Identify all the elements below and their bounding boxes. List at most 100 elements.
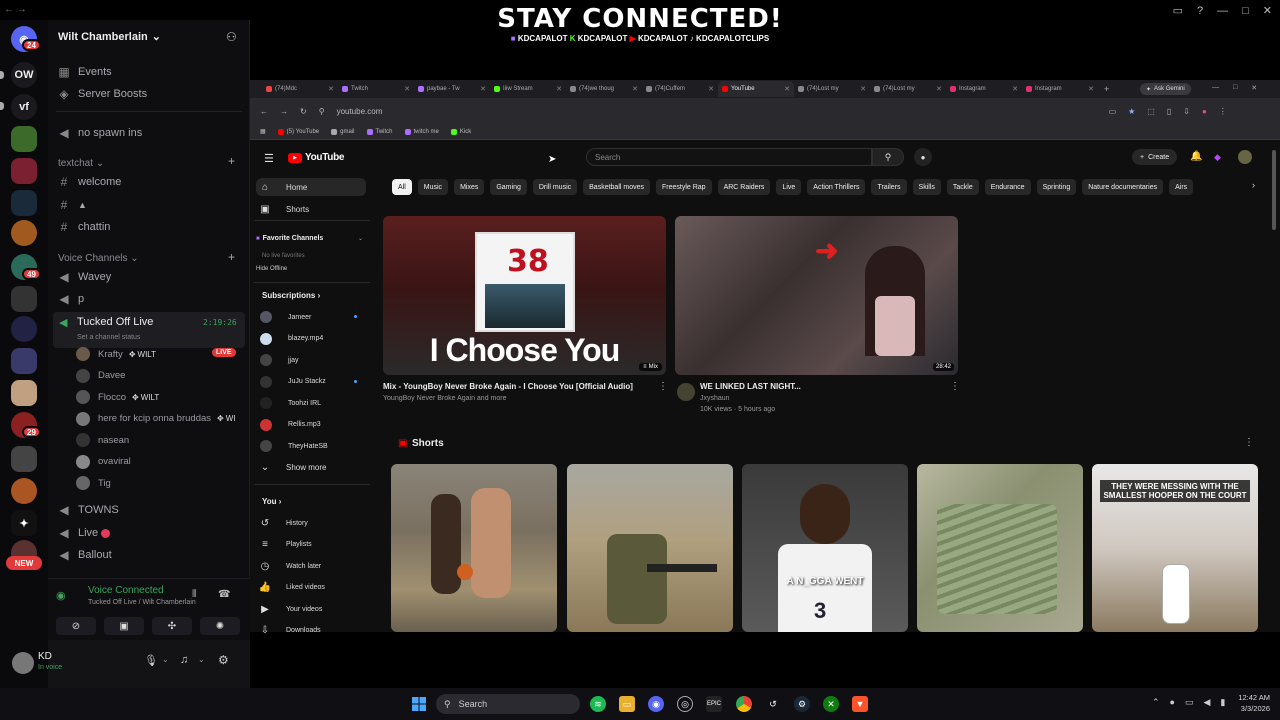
channel-status[interactable]: Set a channel status <box>77 334 140 341</box>
you-item[interactable]: ⇩ Downloads <box>258 622 321 640</box>
filter-chip[interactable]: Airs <box>1169 179 1194 195</box>
voice-member[interactable]: here for kcip onna bruddas ✥ WI <box>76 409 236 429</box>
close-tab-icon[interactable]: ✕ <box>1012 85 1018 93</box>
server-vf[interactable]: vf <box>11 94 37 120</box>
you-item[interactable]: 👍 Liked videos <box>258 579 325 597</box>
nav-shorts[interactable]: ▣ Shorts <box>258 200 309 218</box>
filter-chip[interactable]: ARC Raiders <box>717 179 771 195</box>
maximize-icon[interactable]: □ <box>1233 84 1237 92</box>
video-title[interactable]: Mix - YoungBoy Never Broke Again - I Cho… <box>383 382 643 391</box>
video-channel[interactable]: Jxyshaun <box>700 395 940 402</box>
voice-member[interactable]: ovaviral <box>76 452 131 472</box>
close-tab-icon[interactable]: ✕ <box>328 85 334 93</box>
steam-icon[interactable]: ⚙ <box>794 696 810 712</box>
server-header[interactable]: Wilt Chamberlain ⌄ <box>58 30 161 44</box>
filter-chip[interactable]: Action Thrillers <box>807 179 866 195</box>
close-tab-icon[interactable]: ✕ <box>1088 85 1094 93</box>
server-ow[interactable]: OW <box>11 62 37 88</box>
profile-icon[interactable]: ● <box>1202 107 1207 116</box>
subscription-item[interactable]: blazey.mp4 <box>258 330 323 348</box>
short-thumbnail[interactable] <box>917 464 1083 632</box>
short-thumbnail[interactable] <box>391 464 557 632</box>
help-icon[interactable]: ? <box>1197 5 1203 17</box>
more-options-icon[interactable]: ⋮ <box>658 381 668 392</box>
filter-chip[interactable]: Gaming <box>490 179 527 195</box>
short-thumbnail[interactable] <box>567 464 733 632</box>
back-icon[interactable]: ← → <box>4 4 27 15</box>
filter-chip[interactable]: Freestyle Rap <box>656 179 712 195</box>
waveform-icon[interactable]: ⦀ <box>192 589 196 600</box>
browser-tab[interactable]: (74)we thoug ✕ <box>566 81 642 97</box>
forward-icon[interactable]: → <box>280 107 288 116</box>
subscription-item[interactable]: TheyHateSB <box>258 437 328 455</box>
minimize-icon[interactable]: — <box>1217 5 1228 17</box>
browser-tab[interactable]: (74)Cuffem ✕ <box>642 81 718 97</box>
close-tab-icon[interactable]: ✕ <box>480 85 486 93</box>
browser-tab[interactable]: Instagram ✕ <box>946 81 1022 97</box>
epic-games-icon[interactable]: EPIC <box>706 696 722 712</box>
server-icon[interactable] <box>11 158 37 184</box>
browser-tab[interactable]: YouTube ✕ <box>718 81 794 97</box>
menu-icon[interactable]: ⋮ <box>1219 107 1227 116</box>
bookmark[interactable]: twitch me <box>404 128 439 135</box>
extension-icon[interactable]: ⬚ <box>1147 107 1155 116</box>
video-meta[interactable]: YoungBoy Never Broke Again and more <box>383 395 643 402</box>
filter-chip[interactable]: Tackle <box>946 179 979 195</box>
disconnect-icon[interactable]: ☎ <box>218 589 230 600</box>
sparkle-icon[interactable]: ✦ <box>11 510 37 536</box>
more-options-icon[interactable]: ⋮ <box>1244 437 1254 448</box>
you-item[interactable]: ≡ Playlists <box>258 536 312 554</box>
channel-live[interactable]: ◀ Live <box>56 522 246 544</box>
avatar[interactable] <box>1238 150 1252 164</box>
favorite-channels-header[interactable]: ■ Favorite Channels <box>256 235 323 242</box>
add-channel-icon[interactable]: + <box>228 154 235 168</box>
nav-home[interactable]: ⌂ Home <box>258 178 307 196</box>
close-tab-icon[interactable]: ✕ <box>708 85 714 93</box>
chevron-up-icon[interactable]: ⌃ <box>1152 697 1160 708</box>
chevron-down-icon[interactable]: ⌄ <box>198 655 205 664</box>
events-item[interactable]: ▦ Events <box>56 61 246 83</box>
scrollbar[interactable] <box>1272 150 1276 230</box>
server-icon[interactable] <box>11 446 37 472</box>
voice-location[interactable]: Tucked Off Live / Wilt Chamberlain <box>40 599 242 606</box>
you-header[interactable]: You › <box>262 497 281 506</box>
voice-member[interactable]: Davee <box>76 366 125 386</box>
subscription-item[interactable]: JuJu Stackz <box>258 373 326 391</box>
active-voice-channel[interactable]: ◀ Tucked Off Live 2:19:26 Set a channel … <box>53 312 245 348</box>
headphones-icon[interactable]: ♫ <box>180 654 188 666</box>
you-item[interactable]: ↺ History <box>258 514 308 532</box>
github-icon[interactable]: ◎ <box>677 696 693 712</box>
bookmark[interactable]: Twitch <box>366 128 393 135</box>
minimize-icon[interactable]: — <box>1212 84 1219 92</box>
filter-chip[interactable]: Nature documentaries <box>1082 179 1164 195</box>
filter-chip[interactable]: Drill music <box>532 179 578 195</box>
close-icon[interactable]: ✕ <box>1251 84 1257 92</box>
new-tab-icon[interactable]: + <box>1104 84 1109 94</box>
avatar[interactable] <box>12 652 34 674</box>
server-icon[interactable] <box>11 126 37 152</box>
bookmark[interactable]: gmail <box>331 128 355 135</box>
chevron-down-icon[interactable]: ⌄ <box>162 655 169 664</box>
file-explorer-icon[interactable]: ▭ <box>619 696 635 712</box>
reload-icon[interactable]: ↻ <box>300 107 307 116</box>
spotify-icon[interactable]: ≋ <box>590 696 606 712</box>
downloads-icon[interactable]: ⇩ <box>1183 107 1190 116</box>
channel-welcome[interactable]: # welcome <box>56 171 246 193</box>
short-thumbnail[interactable]: THEY WERE MESSING WITH THE SMALLEST HOOP… <box>1092 464 1258 632</box>
hide-offline-link[interactable]: Hide Offline <box>256 266 287 272</box>
voice-member[interactable]: Tig <box>76 473 111 493</box>
subscription-item[interactable]: Rellis.mp3 <box>258 416 321 434</box>
show-more[interactable]: ⌄ Show more <box>258 458 327 476</box>
browser-tab[interactable]: Instagram ✕ <box>1022 81 1098 97</box>
bookmark[interactable]: Kick <box>450 128 471 135</box>
url-field[interactable]: youtube.com <box>337 107 1097 116</box>
channel-towns[interactable]: ◀ TOWNS <box>56 499 246 521</box>
short-thumbnail[interactable]: A N_GGA WENT 3 <box>742 464 908 632</box>
windows-start-icon[interactable] <box>411 696 427 712</box>
channel-wavey[interactable]: ◀ Wavey <box>56 266 246 288</box>
you-item[interactable]: ◷ Watch later <box>258 557 322 575</box>
close-tab-icon[interactable]: ✕ <box>860 85 866 93</box>
soundboard-button[interactable]: ✺ <box>200 617 240 635</box>
boosts-item[interactable]: ◈ Server Boosts <box>56 83 246 105</box>
filter-chip[interactable]: Trailers <box>871 179 907 195</box>
